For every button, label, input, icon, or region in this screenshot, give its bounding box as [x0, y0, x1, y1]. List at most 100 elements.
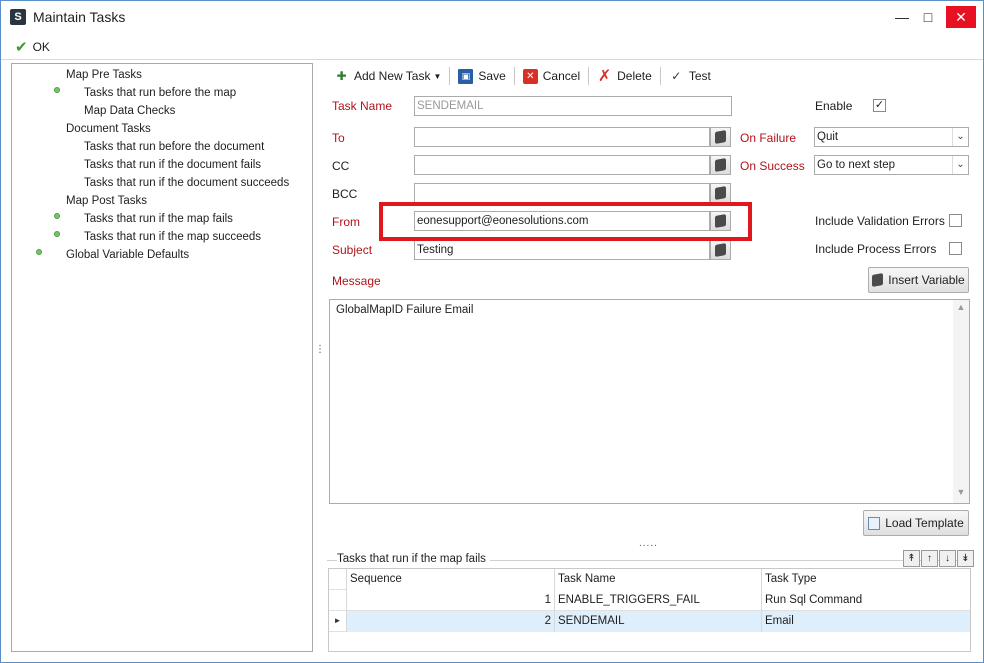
include-validation-errors-checkbox[interactable] [949, 214, 962, 227]
tree-item-map-post-tasks[interactable]: Map Post Tasks [66, 192, 147, 210]
test-check-icon: ✓ [671, 68, 682, 83]
title-bar: S Maintain Tasks — □ ✕ [1, 1, 983, 33]
task-tree: Map Pre Tasks Tasks that run before the … [11, 63, 313, 652]
ok-bar: ✔ OK [1, 34, 983, 60]
address-book-icon [872, 273, 884, 287]
move-down-icon[interactable]: ↓ [939, 550, 956, 567]
vertical-splitter[interactable]: ⋮ [315, 345, 325, 367]
include-process-errors-label: Include Process Errors [815, 242, 937, 256]
message-body[interactable]: GlobalMapID Failure Email ▲ ▼ [329, 299, 970, 504]
move-up-icon[interactable]: ↑ [921, 550, 938, 567]
bcc-label: BCC [332, 187, 358, 201]
add-new-task-button[interactable]: ✚ Add New Task ▼ [329, 65, 446, 87]
tree-item-map-data-checks[interactable]: Map Data Checks [84, 102, 175, 120]
save-button[interactable]: ▣ Save [453, 65, 510, 87]
tree-item-global-variable-defaults[interactable]: Global Variable Defaults [66, 246, 189, 264]
tree-item-before-document[interactable]: Tasks that run before the document [84, 138, 264, 156]
task-name-label: Task Name [332, 99, 393, 113]
address-book-icon [715, 158, 726, 172]
on-success-label: On Success [740, 159, 805, 173]
cc-field[interactable] [414, 155, 710, 175]
task-name-cell: SENDEMAIL [555, 611, 762, 632]
column-header-task-type[interactable]: Task Type [762, 569, 970, 590]
template-icon [868, 516, 881, 530]
task-name-cell: ENABLE_TRIGGERS_FAIL [555, 590, 762, 611]
tree-item-before-map[interactable]: Tasks that run before the map [84, 84, 236, 102]
app-logo-icon: S [10, 9, 26, 25]
scroll-down-icon[interactable]: ▼ [953, 487, 969, 501]
add-task-icon: ✚ [336, 68, 347, 83]
on-success-select[interactable]: Go to next step ⌄ [814, 155, 969, 175]
load-template-button[interactable]: Load Template [863, 510, 969, 536]
cancel-button[interactable]: ✕ Cancel [518, 65, 585, 87]
chevron-down-icon: ⌄ [952, 156, 968, 174]
toolbar-separator [513, 67, 515, 85]
address-book-button-cc[interactable] [710, 155, 731, 175]
move-bottom-icon[interactable]: ↡ [957, 550, 974, 567]
message-scrollbar[interactable]: ▲ ▼ [953, 300, 969, 503]
tree-item-document-fails[interactable]: Tasks that run if the document fails [84, 156, 261, 174]
from-highlight-box [379, 202, 752, 241]
address-book-button-bcc[interactable] [710, 183, 731, 203]
scroll-up-icon[interactable]: ▲ [953, 302, 969, 316]
task-type-cell: Email [762, 611, 970, 632]
row-indicator-header [329, 569, 347, 590]
message-text: GlobalMapID Failure Email [336, 304, 474, 316]
table-row[interactable]: 1 ENABLE_TRIGGERS_FAIL Run Sql Command [329, 590, 970, 611]
toolbar-separator [659, 67, 661, 85]
sequence-cell: 2 [347, 611, 555, 632]
window-title: Maintain Tasks [33, 9, 126, 25]
toolbar-separator [588, 67, 590, 85]
task-indicator-icon [54, 231, 60, 237]
address-book-button-to[interactable] [710, 127, 731, 147]
maximize-button[interactable]: □ [913, 1, 943, 33]
tree-item-document-succeeds[interactable]: Tasks that run if the document succeeds [84, 174, 289, 192]
tasks-group-title: Tasks that run if the map fails [337, 553, 490, 565]
chevron-down-icon: ⌄ [952, 128, 968, 146]
insert-variable-button[interactable]: Insert Variable [868, 267, 969, 293]
move-top-icon[interactable]: ↟ [903, 550, 920, 567]
close-button[interactable]: ✕ [946, 6, 976, 28]
address-book-icon [715, 130, 726, 144]
tree-item-map-fails[interactable]: Tasks that run if the map fails [84, 210, 233, 228]
address-book-icon [715, 186, 726, 200]
bcc-field[interactable] [414, 183, 710, 203]
cc-label: CC [332, 159, 350, 173]
include-validation-errors-label: Include Validation Errors [815, 214, 945, 228]
cancel-icon: ✕ [522, 68, 538, 84]
tasks-grid: Sequence Task Name Task Type 1 ENABLE_TR… [328, 568, 971, 652]
row-indicator [329, 590, 347, 611]
toolbar-separator [449, 67, 451, 85]
delete-icon: ✗ [597, 67, 612, 85]
checkmark-icon: ✔ [15, 39, 28, 56]
to-label: To [332, 131, 345, 145]
tree-item-map-pre-tasks[interactable]: Map Pre Tasks [66, 66, 142, 84]
grid-header: Sequence Task Name Task Type [329, 569, 970, 590]
test-button[interactable]: ✓ Test [664, 65, 716, 87]
delete-button[interactable]: ✗ Delete [592, 65, 657, 87]
enable-checkbox[interactable]: ✓ [873, 99, 886, 112]
column-header-task-name[interactable]: Task Name [555, 569, 762, 590]
save-icon: ▣ [458, 68, 474, 84]
ok-button[interactable]: ✔ OK [15, 38, 50, 56]
maintain-tasks-window: S Maintain Tasks — □ ✕ ✔ OK Map Pre Task… [0, 0, 984, 663]
subject-label: Subject [332, 243, 373, 257]
include-process-errors-checkbox[interactable] [949, 242, 962, 255]
tree-item-map-succeeds[interactable]: Tasks that run if the map succeeds [84, 228, 261, 246]
enable-label: Enable [815, 99, 853, 113]
task-indicator-icon [54, 87, 60, 93]
task-indicator-icon [36, 249, 42, 255]
horizontal-splitter[interactable]: ..... [639, 538, 658, 549]
address-book-button-subject[interactable] [710, 240, 731, 260]
on-failure-select[interactable]: Quit ⌄ [814, 127, 969, 147]
table-row-selected[interactable]: ► 2 SENDEMAIL Email [329, 611, 970, 632]
task-toolbar: ✚ Add New Task ▼ ▣ Save ✕ Cancel ✗ Delet… [329, 65, 716, 87]
on-failure-label: On Failure [740, 131, 797, 145]
to-field[interactable] [414, 127, 710, 147]
message-label: Message [332, 274, 381, 288]
task-name-field[interactable]: SENDEMAIL [414, 96, 732, 116]
column-header-sequence[interactable]: Sequence [347, 569, 555, 590]
tree-item-document-tasks[interactable]: Document Tasks [66, 120, 151, 138]
dropdown-arrow-icon: ▼ [433, 71, 442, 81]
subject-field[interactable]: Testing [414, 240, 710, 260]
